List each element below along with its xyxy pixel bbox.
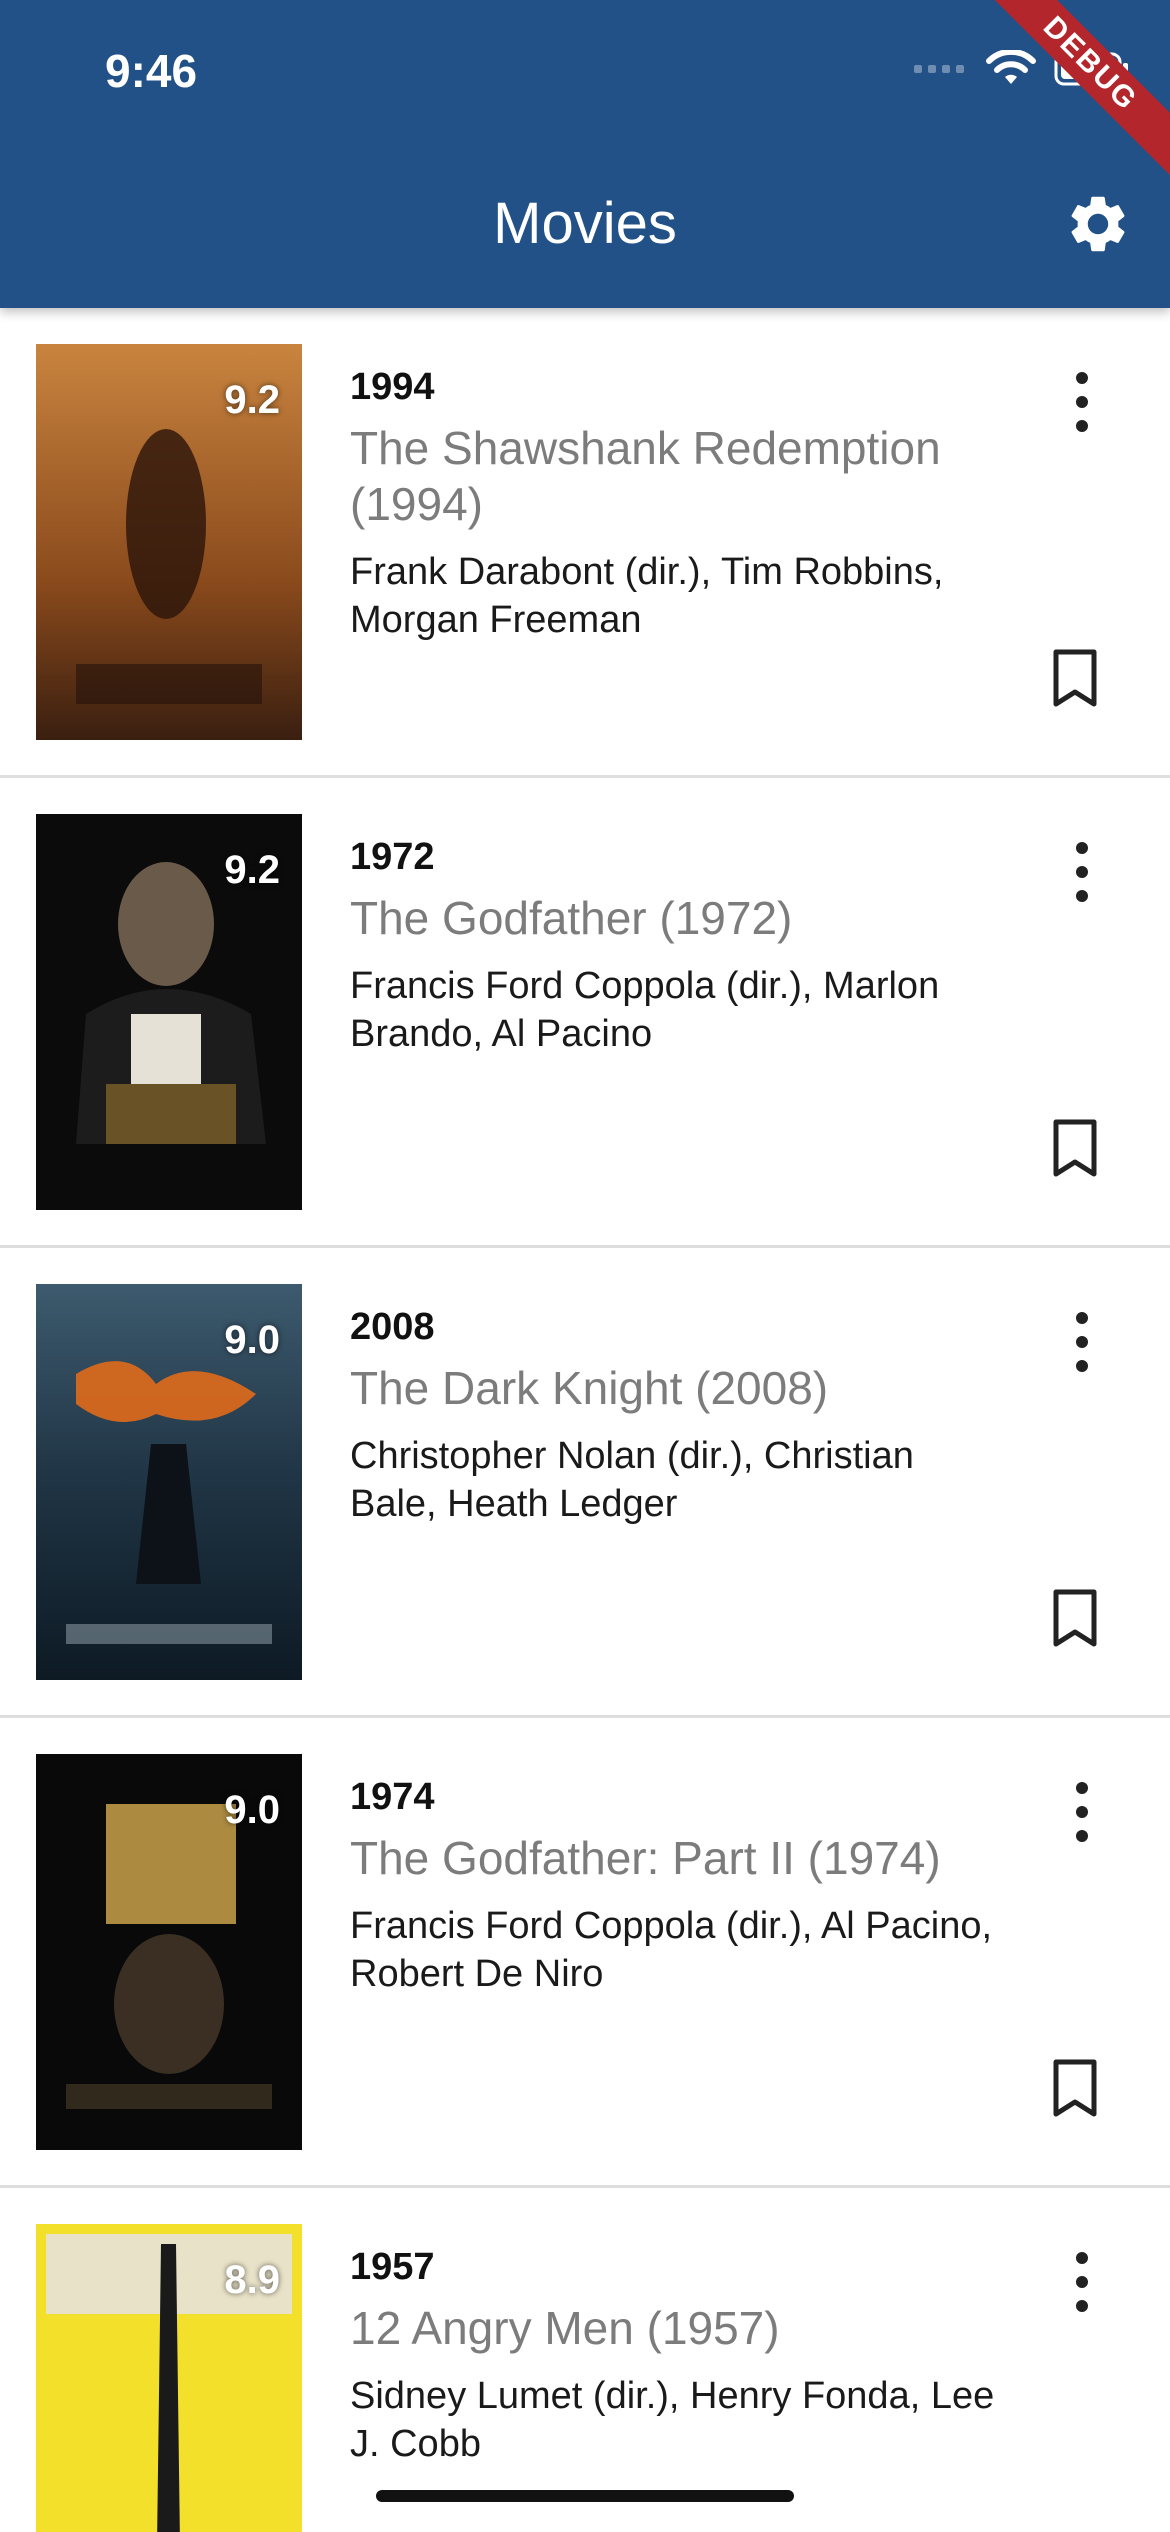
movie-poster: 9.2 [36,814,302,1210]
movie-list: 9.2 1994 The Shawshank Redemption (1994)… [0,308,1170,2532]
movie-credits: Francis Ford Coppola (dir.), Marlon Bran… [350,965,940,1055]
movie-poster: 8.9 [36,2224,302,2532]
app-bar: 9:46 Movies [0,0,1170,308]
movie-row[interactable]: 8.9 1957 12 Angry Men (1957) Sidney Lume… [0,2188,1170,2532]
more-options-button[interactable] [1072,372,1092,432]
cellular-signal-icon [914,65,964,73]
movie-poster: 9.0 [36,1754,302,2150]
movie-title: The Shawshank Redemption (1994) [350,422,941,530]
movie-credits: Christopher Nolan (dir.), Christian Bale… [350,1435,914,1525]
movie-credits: Frank Darabont (dir.), Tim Robbins, Morg… [350,551,944,641]
movie-poster: 9.2 [36,344,302,740]
bookmark-icon[interactable] [1050,2058,1100,2118]
movie-title: The Dark Knight (2008) [350,1362,829,1414]
more-options-button[interactable] [1072,2252,1092,2312]
app-title: Movies [493,191,677,256]
rating-badge: 9.0 [224,1318,280,1362]
movie-title: 12 Angry Men (1957) [350,2302,780,2354]
movie-row[interactable]: 9.2 1994 The Shawshank Redemption (1994)… [0,308,1170,778]
movie-credits: Sidney Lumet (dir.), Henry Fonda, Lee J.… [350,2375,995,2465]
movie-year: 1957 [350,2246,435,2288]
movie-year: 1974 [350,1776,435,1818]
rating-badge: 9.2 [224,848,280,892]
bookmark-icon[interactable] [1050,648,1100,708]
rating-badge: 9.2 [224,378,280,422]
wifi-icon [986,50,1036,84]
movie-title: The Godfather (1972) [350,892,793,944]
movie-poster: 9.0 [36,1284,302,1680]
movie-credits: Francis Ford Coppola (dir.), Al Pacino, … [350,1905,993,1995]
home-indicator [376,2490,794,2502]
more-options-button[interactable] [1072,1312,1092,1372]
bookmark-icon[interactable] [1050,1588,1100,1648]
movie-year: 1972 [350,836,435,878]
rating-badge: 9.0 [224,1788,280,1832]
status-time: 9:46 [105,45,198,97]
movie-row[interactable]: 9.2 1972 The Godfather (1972) Francis Fo… [0,778,1170,1248]
more-options-button[interactable] [1072,842,1092,902]
bookmark-icon[interactable] [1050,1118,1100,1178]
gear-icon [1071,196,1125,252]
rating-badge: 8.9 [224,2258,280,2302]
movie-year: 1994 [350,366,435,408]
movie-year: 2008 [350,1306,435,1348]
more-options-button[interactable] [1072,1782,1092,1842]
movie-row[interactable]: 9.0 2008 The Dark Knight (2008) Christop… [0,1248,1170,1718]
settings-button[interactable] [1064,190,1132,258]
movie-row[interactable]: 9.0 1974 The Godfather: Part II (1974) F… [0,1718,1170,2188]
movie-title: The Godfather: Part II (1974) [350,1832,941,1884]
